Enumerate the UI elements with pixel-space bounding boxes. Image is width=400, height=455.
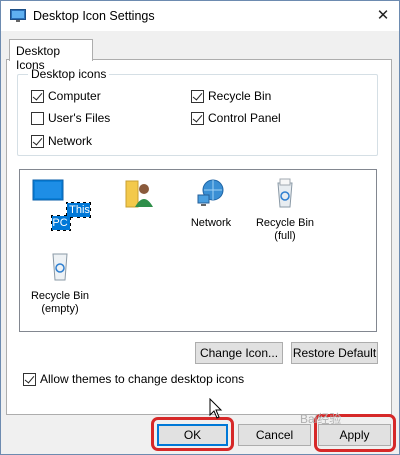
title-bar[interactable]: Desktop Icon Settings ✕ xyxy=(1,1,399,31)
checkbox-allow-themes[interactable]: Allow themes to change desktop icons xyxy=(23,372,244,386)
desktop-settings-icon xyxy=(10,9,26,22)
checkbox-label: Computer xyxy=(48,89,101,103)
checkbox-label: Network xyxy=(48,134,93,148)
checkbox-box[interactable] xyxy=(31,134,44,148)
close-button[interactable]: ✕ xyxy=(369,3,397,29)
icon-label-line2: (full) xyxy=(274,230,296,242)
icon-label-line1: Recycle Bin xyxy=(255,217,315,229)
checkbox-box[interactable] xyxy=(31,89,44,103)
recycle-bin-empty-icon xyxy=(52,253,68,281)
checkbox-box[interactable] xyxy=(23,372,36,386)
checkbox-label: Control Panel xyxy=(208,111,281,125)
icon-label: Network xyxy=(190,217,232,229)
change-icon-button[interactable]: Change Icon... xyxy=(195,342,283,364)
recycle-bin-full-icon xyxy=(277,178,293,208)
restore-default-button[interactable]: Restore Default xyxy=(291,342,378,364)
network-globe-icon xyxy=(197,179,224,206)
icon-item-network[interactable]: Network xyxy=(176,177,246,230)
monitor-icon xyxy=(32,179,64,201)
checkbox-computer[interactable]: Computer xyxy=(31,89,101,103)
tab-desktop-icons[interactable]: Desktop Icons xyxy=(9,39,93,72)
checkbox-control-panel[interactable]: Control Panel xyxy=(191,111,281,125)
icon-item-user-files[interactable] xyxy=(103,177,173,217)
checkbox-users-files[interactable]: User's Files xyxy=(31,111,110,125)
checkbox-label: Recycle Bin xyxy=(208,89,272,103)
icon-item-this-pc[interactable]: This PC xyxy=(26,177,96,231)
mouse-cursor-icon xyxy=(209,398,223,419)
checkbox-network[interactable]: Network xyxy=(31,134,92,148)
checkbox-box[interactable] xyxy=(191,111,204,125)
icon-item-recycle-bin-full[interactable]: Recycle Bin (full) xyxy=(250,177,320,243)
checkbox-recycle-bin[interactable]: Recycle Bin xyxy=(191,89,271,103)
checkbox-box[interactable] xyxy=(31,111,44,125)
ok-highlight-annotation xyxy=(151,417,234,451)
checkbox-box[interactable] xyxy=(191,89,204,103)
icon-label-line1: Recycle Bin xyxy=(30,290,90,302)
user-folder-icon xyxy=(125,180,153,208)
window-title: Desktop Icon Settings xyxy=(33,9,155,23)
icon-item-recycle-bin-empty[interactable]: Recycle Bin (empty) xyxy=(25,250,95,316)
checkbox-label: User's Files xyxy=(48,111,111,125)
checkbox-label: Allow themes to change desktop icons xyxy=(40,372,245,386)
watermark: Bai经验 xyxy=(300,412,342,426)
icon-label-line2: (empty) xyxy=(41,303,79,315)
close-icon: ✕ xyxy=(376,7,390,24)
cancel-button[interactable]: Cancel xyxy=(238,424,311,446)
